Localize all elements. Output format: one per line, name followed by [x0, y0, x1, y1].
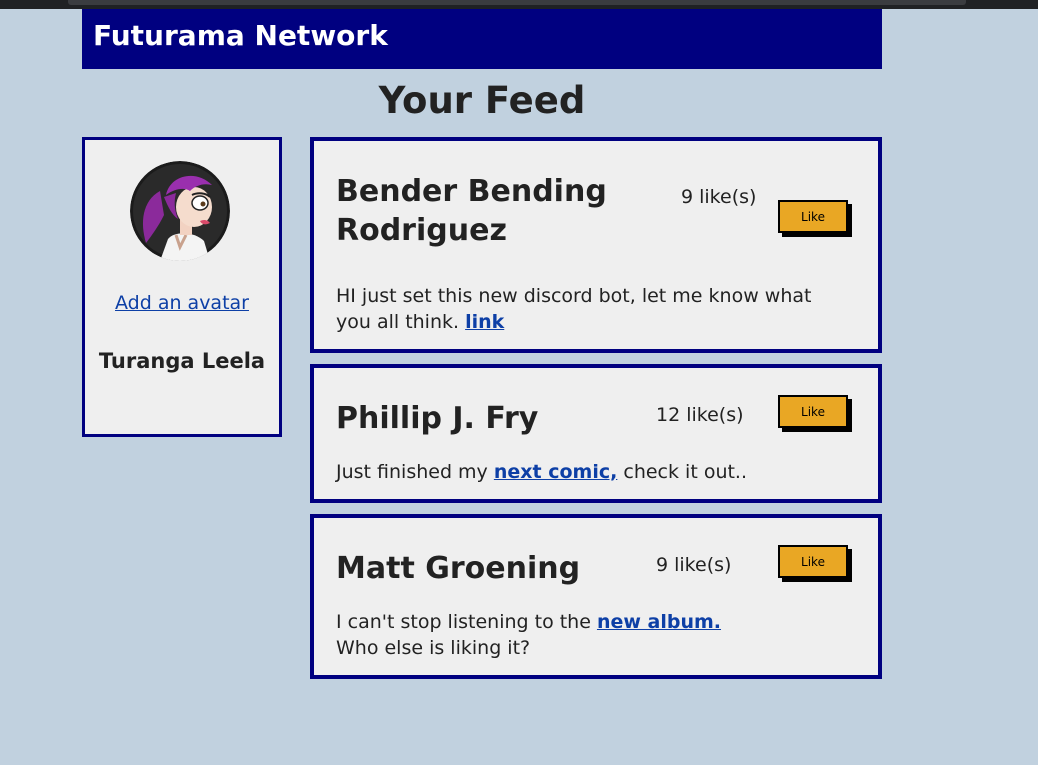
profile-card: Add an avatar Turanga Leela	[82, 137, 282, 437]
post-text: Just finished my	[336, 461, 494, 483]
post-link[interactable]: new album.	[597, 611, 721, 633]
post-card: Phillip J. Fry 12 like(s) Like Just fini…	[310, 364, 882, 503]
post-body: Just finished my next comic, check it ou…	[336, 459, 846, 485]
post-text-line2: Who else is liking it?	[336, 637, 531, 659]
post-author: Bender Bending Rodriguez	[336, 174, 607, 248]
add-avatar-link[interactable]: Add an avatar	[85, 292, 279, 314]
like-count: 12 like(s)	[656, 404, 744, 426]
post-header: Matt Groening 9 like(s) Like	[336, 545, 848, 589]
browser-top-strip-inner	[68, 0, 966, 5]
page-title: Your Feed	[378, 79, 586, 122]
post-link[interactable]: next comic,	[494, 461, 617, 483]
feed-list: Bender Bending Rodriguez 9 like(s) Like …	[310, 137, 882, 690]
purple-haired-character-avatar-icon	[130, 161, 230, 261]
browser-top-strip	[0, 0, 1038, 9]
post-header: Phillip J. Fry 12 like(s) Like	[336, 395, 848, 439]
post-text: I can't stop listening to the	[336, 611, 597, 633]
like-button[interactable]: Like	[778, 545, 848, 578]
post-header: Bender Bending Rodriguez 9 like(s) Like	[336, 172, 848, 250]
brand-title[interactable]: Futurama Network	[93, 18, 388, 54]
post-link[interactable]: link	[465, 311, 504, 333]
post-author: Matt Groening	[336, 551, 581, 586]
post-card: Bender Bending Rodriguez 9 like(s) Like …	[310, 137, 882, 353]
post-card: Matt Groening 9 like(s) Like I can't sto…	[310, 514, 882, 679]
post-text-after: check it out..	[617, 461, 748, 483]
like-button[interactable]: Like	[778, 200, 848, 233]
like-count: 9 like(s)	[681, 186, 757, 208]
post-author: Phillip J. Fry	[336, 401, 539, 436]
post-body: HI just set this new discord bot, let me…	[336, 283, 846, 335]
avatar	[130, 161, 230, 261]
post-text: HI just set this new discord bot, let me…	[336, 285, 812, 333]
like-button[interactable]: Like	[778, 395, 848, 428]
post-body: I can't stop listening to the new album.…	[336, 609, 846, 661]
like-count: 9 like(s)	[656, 554, 732, 576]
navbar: Futurama Network	[82, 9, 882, 69]
profile-name: Turanga Leela	[98, 349, 266, 373]
